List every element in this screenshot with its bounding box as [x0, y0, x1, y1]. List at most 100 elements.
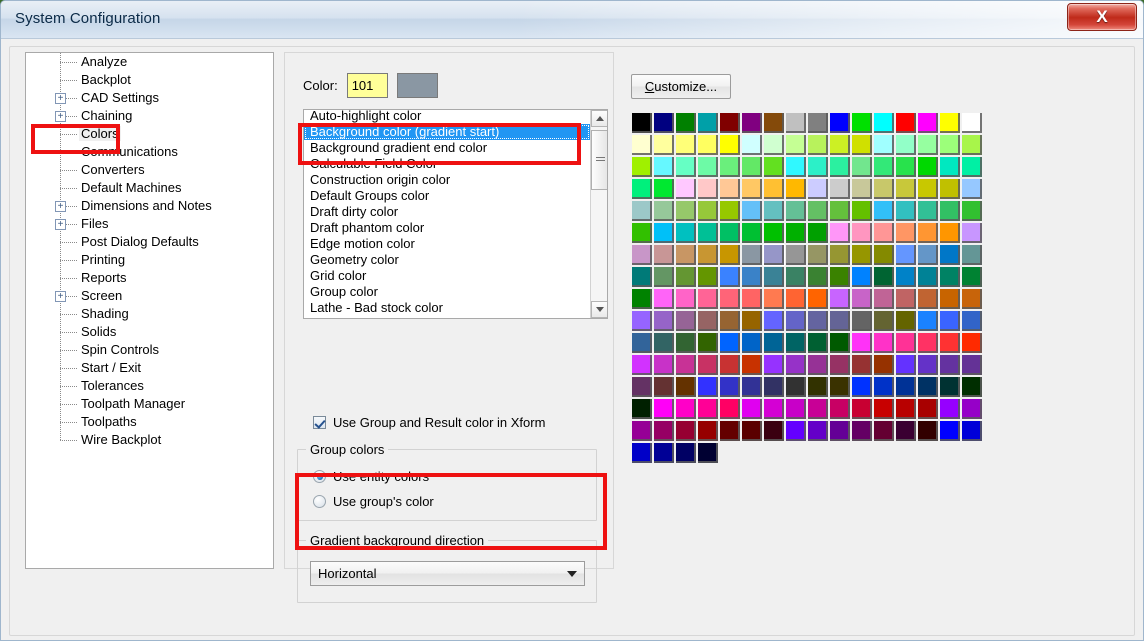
- color-list-item[interactable]: Default Groups color: [304, 188, 590, 204]
- palette-swatch[interactable]: [653, 398, 675, 420]
- tree-item-backplot[interactable]: Backplot: [26, 71, 273, 89]
- palette-swatch[interactable]: [675, 376, 697, 398]
- palette-swatch[interactable]: [873, 222, 895, 244]
- tree-item-default-machines[interactable]: Default Machines: [26, 179, 273, 197]
- palette-swatch[interactable]: [675, 244, 697, 266]
- palette-swatch[interactable]: [917, 376, 939, 398]
- palette-swatch[interactable]: [653, 310, 675, 332]
- palette-swatch[interactable]: [719, 420, 741, 442]
- palette-swatch[interactable]: [697, 354, 719, 376]
- settings-category-tree[interactable]: Analyze Backplot CAD Settings Chaining Color…: [25, 52, 274, 569]
- palette-swatch[interactable]: [785, 420, 807, 442]
- palette-swatch[interactable]: [785, 266, 807, 288]
- palette-swatch[interactable]: [719, 156, 741, 178]
- palette-swatch[interactable]: [873, 112, 895, 134]
- palette-swatch[interactable]: [741, 310, 763, 332]
- palette-swatch[interactable]: [851, 420, 873, 442]
- palette-swatch[interactable]: [851, 222, 873, 244]
- palette-swatch[interactable]: [675, 178, 697, 200]
- tree-item-cad-settings[interactable]: CAD Settings: [26, 89, 273, 107]
- palette-swatch[interactable]: [675, 288, 697, 310]
- palette-swatch[interactable]: [763, 134, 785, 156]
- palette-swatch[interactable]: [961, 134, 983, 156]
- palette-swatch[interactable]: [807, 332, 829, 354]
- palette-swatch[interactable]: [873, 178, 895, 200]
- palette-swatch[interactable]: [697, 288, 719, 310]
- palette-swatch[interactable]: [873, 244, 895, 266]
- palette-swatch[interactable]: [719, 112, 741, 134]
- palette-swatch[interactable]: [873, 200, 895, 222]
- palette-swatch[interactable]: [697, 134, 719, 156]
- palette-swatch[interactable]: [741, 420, 763, 442]
- palette-swatch[interactable]: [741, 156, 763, 178]
- palette-swatch[interactable]: [631, 420, 653, 442]
- palette-swatch[interactable]: [719, 266, 741, 288]
- palette-swatch[interactable]: [939, 420, 961, 442]
- palette-swatch[interactable]: [653, 332, 675, 354]
- palette-swatch[interactable]: [939, 156, 961, 178]
- palette-swatch[interactable]: [763, 310, 785, 332]
- palette-swatch[interactable]: [719, 134, 741, 156]
- palette-swatch[interactable]: [719, 200, 741, 222]
- scroll-up-button[interactable]: [591, 110, 607, 127]
- tree-item-printing[interactable]: Printing: [26, 251, 273, 269]
- palette-swatch[interactable]: [631, 266, 653, 288]
- palette-swatch[interactable]: [675, 420, 697, 442]
- color-list-item[interactable]: Auto-highlight color: [304, 110, 590, 124]
- color-swatch-grid[interactable]: [631, 112, 983, 464]
- palette-swatch[interactable]: [829, 178, 851, 200]
- tree-item-spin-controls[interactable]: Spin Controls: [26, 341, 273, 359]
- palette-swatch[interactable]: [763, 376, 785, 398]
- palette-swatch[interactable]: [653, 266, 675, 288]
- palette-swatch[interactable]: [763, 332, 785, 354]
- palette-swatch[interactable]: [961, 222, 983, 244]
- palette-swatch[interactable]: [807, 420, 829, 442]
- palette-swatch[interactable]: [873, 288, 895, 310]
- palette-swatch[interactable]: [851, 112, 873, 134]
- palette-swatch[interactable]: [631, 332, 653, 354]
- scroll-down-button[interactable]: [591, 301, 607, 318]
- palette-swatch[interactable]: [829, 244, 851, 266]
- palette-swatch[interactable]: [851, 266, 873, 288]
- palette-swatch[interactable]: [675, 332, 697, 354]
- palette-swatch[interactable]: [631, 156, 653, 178]
- palette-swatch[interactable]: [829, 398, 851, 420]
- palette-swatch[interactable]: [697, 442, 719, 464]
- tree-item-converters[interactable]: Converters: [26, 161, 273, 179]
- radio-row-group-color[interactable]: Use group's color: [313, 494, 434, 509]
- palette-swatch[interactable]: [807, 222, 829, 244]
- palette-swatch[interactable]: [895, 288, 917, 310]
- palette-swatch[interactable]: [807, 354, 829, 376]
- palette-swatch[interactable]: [763, 288, 785, 310]
- palette-swatch[interactable]: [763, 156, 785, 178]
- palette-swatch[interactable]: [653, 112, 675, 134]
- palette-swatch[interactable]: [785, 288, 807, 310]
- palette-swatch[interactable]: [675, 310, 697, 332]
- palette-swatch[interactable]: [763, 200, 785, 222]
- palette-swatch[interactable]: [807, 398, 829, 420]
- palette-swatch[interactable]: [697, 266, 719, 288]
- palette-swatch[interactable]: [961, 420, 983, 442]
- palette-swatch[interactable]: [653, 288, 675, 310]
- palette-swatch[interactable]: [807, 376, 829, 398]
- palette-swatch[interactable]: [631, 112, 653, 134]
- palette-swatch[interactable]: [631, 398, 653, 420]
- palette-swatch[interactable]: [763, 398, 785, 420]
- palette-swatch[interactable]: [785, 354, 807, 376]
- xform-color-checkbox[interactable]: [313, 416, 326, 429]
- palette-swatch[interactable]: [895, 156, 917, 178]
- palette-swatch[interactable]: [895, 310, 917, 332]
- palette-swatch[interactable]: [719, 244, 741, 266]
- palette-swatch[interactable]: [741, 134, 763, 156]
- palette-swatch[interactable]: [631, 200, 653, 222]
- radio-use-entity-colors[interactable]: [313, 470, 326, 483]
- palette-swatch[interactable]: [829, 354, 851, 376]
- tree-item-dimensions-and-notes[interactable]: Dimensions and Notes: [26, 197, 273, 215]
- palette-swatch[interactable]: [829, 112, 851, 134]
- color-list-item[interactable]: Geometry color: [304, 252, 590, 268]
- tree-item-chaining[interactable]: Chaining: [26, 107, 273, 125]
- palette-swatch[interactable]: [785, 398, 807, 420]
- palette-swatch[interactable]: [675, 134, 697, 156]
- palette-swatch[interactable]: [675, 222, 697, 244]
- palette-swatch[interactable]: [961, 288, 983, 310]
